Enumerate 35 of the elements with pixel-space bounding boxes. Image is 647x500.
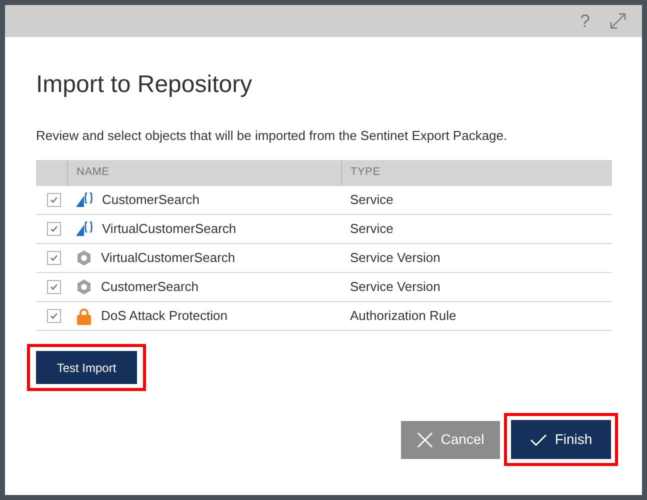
row-checkbox[interactable] — [47, 222, 61, 236]
test-import-button[interactable]: Test Import — [36, 351, 137, 384]
row-checkbox[interactable] — [47, 309, 61, 323]
service-icon — [76, 221, 93, 237]
type-cell: Service Version — [350, 250, 440, 266]
name-cell-text: CustomerSearch — [101, 278, 199, 296]
service-icon — [76, 192, 93, 208]
close-icon — [416, 432, 433, 448]
checkmark-icon — [50, 196, 58, 204]
type-cell: Service — [350, 221, 394, 236]
name-cell-text: VirtualCustomerSearch — [102, 220, 236, 238]
checkmark-icon — [50, 312, 58, 320]
dialog-title: Import to Repository — [36, 73, 254, 97]
gear-icon — [76, 250, 92, 266]
checkmark-icon — [50, 254, 58, 262]
type-cell: Authorization Rule — [350, 308, 456, 324]
dialog-description: Review and select objects that will be imported from the Sentinet Export Package. — [36, 127, 508, 145]
row-checkbox[interactable] — [47, 280, 61, 294]
column-header: TYPE — [341, 160, 612, 186]
header-cell — [36, 160, 67, 186]
gear-icon — [76, 279, 92, 295]
row-checkbox[interactable] — [47, 192, 61, 207]
name-cell-text: VirtualCustomerSearch — [101, 249, 236, 268]
expand-icon[interactable] — [610, 13, 626, 29]
checkmark-icon — [530, 432, 547, 446]
checkmark-icon — [50, 283, 58, 291]
column-header: NAME — [67, 160, 341, 186]
padlock-icon — [76, 308, 92, 324]
type-cell: Service Version — [350, 279, 440, 294]
name-cell-text: CustomerSearch — [102, 191, 200, 209]
checkmark-icon — [50, 225, 58, 233]
row-checkbox[interactable] — [47, 251, 61, 265]
name-cell-text: DoS Attack Protection — [101, 307, 228, 326]
type-cell: Service — [350, 192, 394, 207]
finish-button[interactable]: Finish — [511, 420, 611, 459]
